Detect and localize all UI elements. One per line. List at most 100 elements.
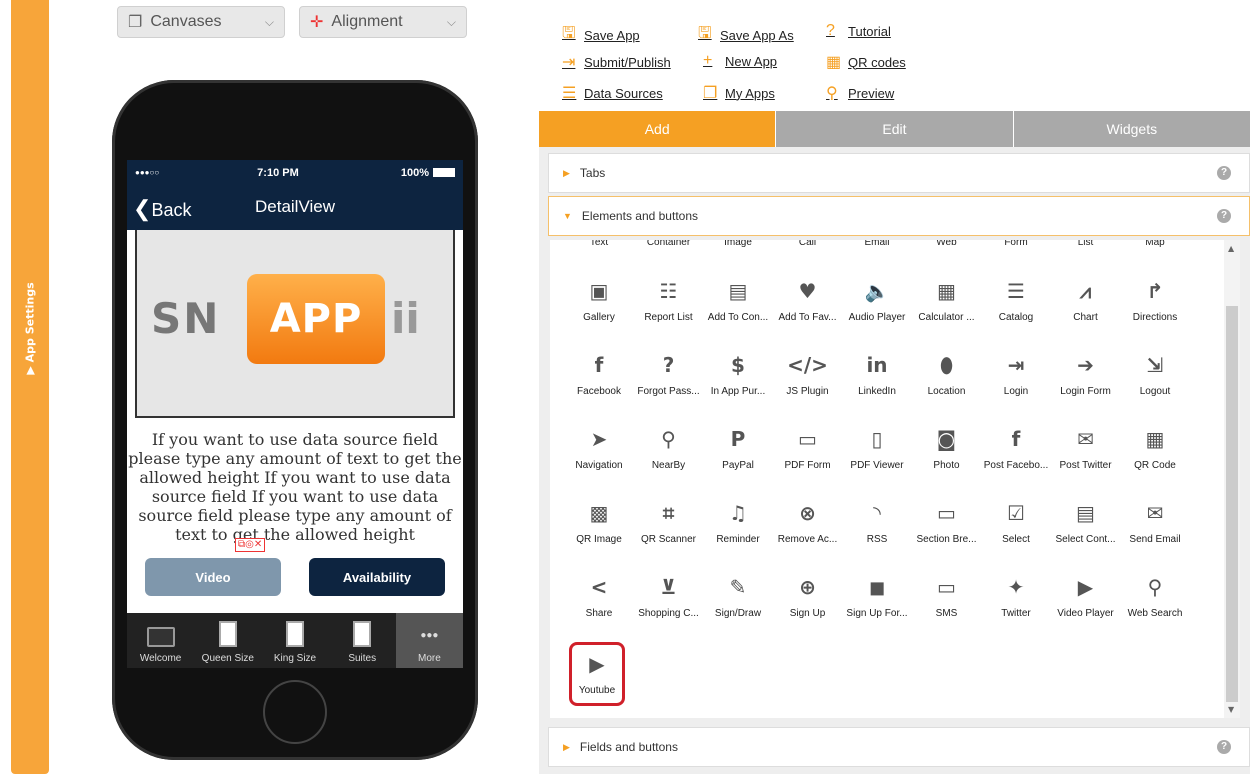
element-email[interactable]: Email [840,240,914,248]
element-forgot-pass[interactable]: ? Forgot Pass... [632,350,706,397]
tutorial-link[interactable]: ? Tutorial [826,22,891,40]
element-label: Photo [933,460,960,471]
link-label: New App [725,53,778,69]
element-pdf-form[interactable]: ▭ PDF Form [771,424,845,471]
element-reminder[interactable]: ♫ Reminder [701,498,775,545]
fields-section-header[interactable]: ▶ Fields and buttons? [548,727,1250,767]
element-label: Container [646,240,691,248]
element-label: Audio Player [848,312,906,323]
element-photo[interactable]: ◙ Photo [910,424,984,471]
save-app-link[interactable]: 🖫 Save App [562,22,640,49]
element-share[interactable]: < Share [562,572,636,619]
element-facebook[interactable]: f Facebook [562,350,636,397]
element-video-player[interactable]: ▶ Video Player [1049,572,1123,619]
scroll-down-icon[interactable]: ▼ [1228,705,1234,714]
element-logout[interactable]: ⇲ Logout [1118,350,1192,397]
element-select[interactable]: ☑ Select [979,498,1053,545]
help-icon[interactable]: ? [1217,166,1231,180]
element-section-bre[interactable]: ▭ Section Bre... [910,498,984,545]
tab-suites[interactable]: Suites [329,613,396,668]
element-post-facebo[interactable]: f Post Facebo... [979,424,1053,471]
element-qr-image[interactable]: ▩ QR Image [562,498,636,545]
element-form[interactable]: Form [979,240,1053,248]
element-remove-ac[interactable]: ⊗ Remove Ac... [771,498,845,545]
element-audio-player[interactable]: 🔈 Audio Player [840,276,914,323]
canvases-dropdown[interactable]: ❐ Canvases ⌵ [117,6,285,38]
element-web-search[interactable]: ⚲ Web Search [1118,572,1192,619]
element-directions[interactable]: ↱ Directions [1118,276,1192,323]
element-map[interactable]: Map [1118,240,1192,248]
preview-link[interactable]: ⚲ Preview [826,83,894,103]
element-sign-up[interactable]: ⊕ Sign Up [771,572,845,619]
element-navigation[interactable]: ➤ Navigation [562,424,636,471]
element-calculator[interactable]: ▦ Calculator ... [910,276,984,323]
logo-image[interactable]: SN APP ii [135,230,455,418]
tabs-section-header[interactable]: ▶ Tabs? [548,153,1250,193]
scrollbar-thumb[interactable] [1226,306,1238,702]
help-icon[interactable]: ? [1217,740,1231,754]
element-pdf-viewer[interactable]: ▯ PDF Viewer [840,424,914,471]
element-twitter[interactable]: ✦ Twitter [979,572,1053,619]
element-qr-scanner[interactable]: ⌗ QR Scanner [632,498,706,545]
tab-widgets[interactable]: Widgets [1012,111,1250,147]
element-youtube[interactable]: ▶ Youtube [569,642,625,706]
my-apps-link[interactable]: ❐ My Apps [703,83,775,103]
element-label: Sign Up For... [846,608,908,619]
element-nearby[interactable]: ⚲ NearBy [632,424,706,471]
share-icon: < [590,575,608,599]
element-call[interactable]: Call [771,240,845,248]
tab-queen-size[interactable]: Queen Size [194,613,261,668]
element-report-list[interactable]: ☷ Report List [632,276,706,323]
element-add-to-fav[interactable]: ♥ Add To Fav... [771,276,845,323]
element-send-email[interactable]: ✉ Send Email [1118,498,1192,545]
element-qr-code[interactable]: ▦ QR Code [1118,424,1192,471]
scroll-up-icon[interactable]: ▲ [1228,244,1234,253]
alignment-dropdown[interactable]: ✛ Alignment ⌵ [299,6,467,38]
element-sign-up-for[interactable]: ◼ Sign Up For... [840,572,914,619]
tab-more[interactable]: ●●● More [395,613,463,668]
body-text[interactable]: If you want to use data source field ple… [127,418,463,544]
element-paypal[interactable]: P PayPal [701,424,775,471]
element-web[interactable]: Web [910,240,984,248]
element-gallery[interactable]: ▣ Gallery [562,276,636,323]
app-settings-label[interactable]: ▶ App Settings [24,282,37,374]
link-label: QR codes [848,54,906,70]
submit-publish-link[interactable]: ⇥ Submit/Publish [562,52,671,72]
availability-button[interactable]: Availability [309,558,445,596]
element-label: Remove Ac... [777,534,838,545]
video-button[interactable]: Video [145,558,281,596]
element-linkedin[interactable]: in LinkedIn [840,350,914,397]
element-text[interactable]: Text [562,240,636,248]
element-catalog[interactable]: ☰ Catalog [979,276,1053,323]
element-list[interactable]: List [1049,240,1123,248]
element-select-cont[interactable]: ▤ Select Cont... [1049,498,1123,545]
qr-codes-link[interactable]: ▦ QR codes [826,52,906,72]
tab-edit[interactable]: Edit [775,111,1013,147]
element-add-to-con[interactable]: ▤ Add To Con... [701,276,775,323]
new-app-link[interactable]: + New App [703,52,777,70]
element-rss[interactable]: ◝ RSS [840,498,914,545]
help-icon[interactable]: ? [1217,209,1231,223]
grid-scrollbar[interactable]: ▲ ▼ [1224,240,1240,718]
tab-king-size[interactable]: King Size [261,613,328,668]
element-controls[interactable]: ⧉◎✕ [235,538,266,552]
tab-welcome[interactable]: Welcome [127,613,194,668]
element-post-twitter[interactable]: ✉ Post Twitter [1049,424,1123,471]
element-sign-draw[interactable]: ✎ Sign/Draw [701,572,775,619]
tab-add[interactable]: Add [539,111,776,147]
element-shopping-c[interactable]: ⊻ Shopping C... [632,572,706,619]
send-email-icon: ✉ [1146,501,1164,525]
element-image[interactable]: Image [701,240,775,248]
save-app-as-link[interactable]: 🖫 Save App As [698,22,794,49]
element-location[interactable]: ⬮ Location [910,350,984,397]
element-sms[interactable]: ▭ SMS [910,572,984,619]
app-settings-sidebar[interactable] [11,0,49,774]
data-sources-link[interactable]: ☰ Data Sources [562,83,663,103]
elements-section-header[interactable]: ▼ Elements and buttons? [548,196,1250,236]
element-in-app-pur[interactable]: $ In App Pur... [701,350,775,397]
element-login[interactable]: ⇥ Login [979,350,1053,397]
element-chart[interactable]: ⩘ Chart [1049,276,1123,323]
element-js-plugin[interactable]: </> JS Plugin [771,350,845,397]
element-container[interactable]: Container [632,240,706,248]
element-login-form[interactable]: ➔ Login Form [1049,350,1123,397]
